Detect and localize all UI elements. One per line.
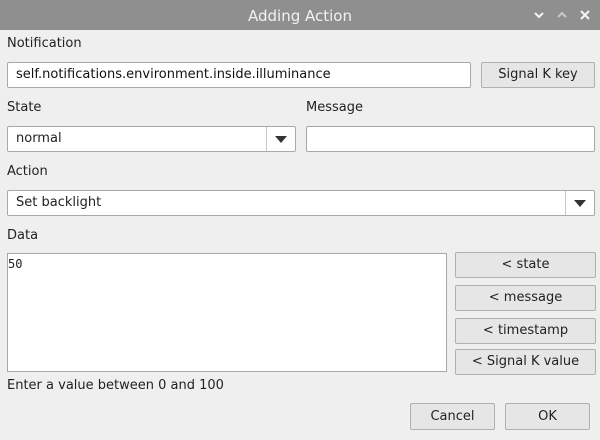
data-textarea[interactable]: 50 — [7, 253, 447, 372]
data-label: Data — [7, 228, 39, 243]
window-titlebar[interactable]: Adding Action — [0, 0, 600, 30]
ok-button[interactable]: OK — [505, 403, 590, 430]
window-title: Adding Action — [248, 7, 352, 25]
action-select-value: Set backlight — [16, 195, 102, 210]
state-select[interactable]: normal — [7, 126, 296, 152]
close-icon[interactable] — [578, 8, 592, 22]
message-input[interactable] — [306, 126, 595, 152]
state-label: State — [7, 100, 42, 115]
message-label: Message — [306, 100, 363, 115]
action-dropdown-arrow[interactable] — [565, 191, 594, 215]
chevron-up-icon[interactable] — [555, 8, 569, 22]
insert-signal-k-value-button[interactable]: < Signal K value — [455, 349, 596, 375]
data-hint-text: Enter a value between 0 and 100 — [7, 378, 224, 393]
action-label: Action — [7, 164, 48, 179]
cancel-button[interactable]: Cancel — [410, 403, 495, 430]
action-select[interactable]: Set backlight — [7, 190, 595, 216]
signal-k-key-button[interactable]: Signal K key — [481, 62, 595, 88]
notification-input[interactable]: self.notifications.environment.inside.il… — [7, 62, 471, 88]
chevron-down-icon[interactable] — [532, 8, 546, 22]
state-dropdown-arrow[interactable] — [266, 127, 295, 151]
insert-timestamp-button[interactable]: < timestamp — [455, 318, 596, 344]
notification-label: Notification — [7, 36, 82, 51]
insert-message-button[interactable]: < message — [455, 285, 596, 311]
insert-state-button[interactable]: < state — [455, 252, 596, 278]
state-select-value: normal — [16, 131, 62, 146]
data-textarea-value: 50 — [8, 257, 23, 271]
